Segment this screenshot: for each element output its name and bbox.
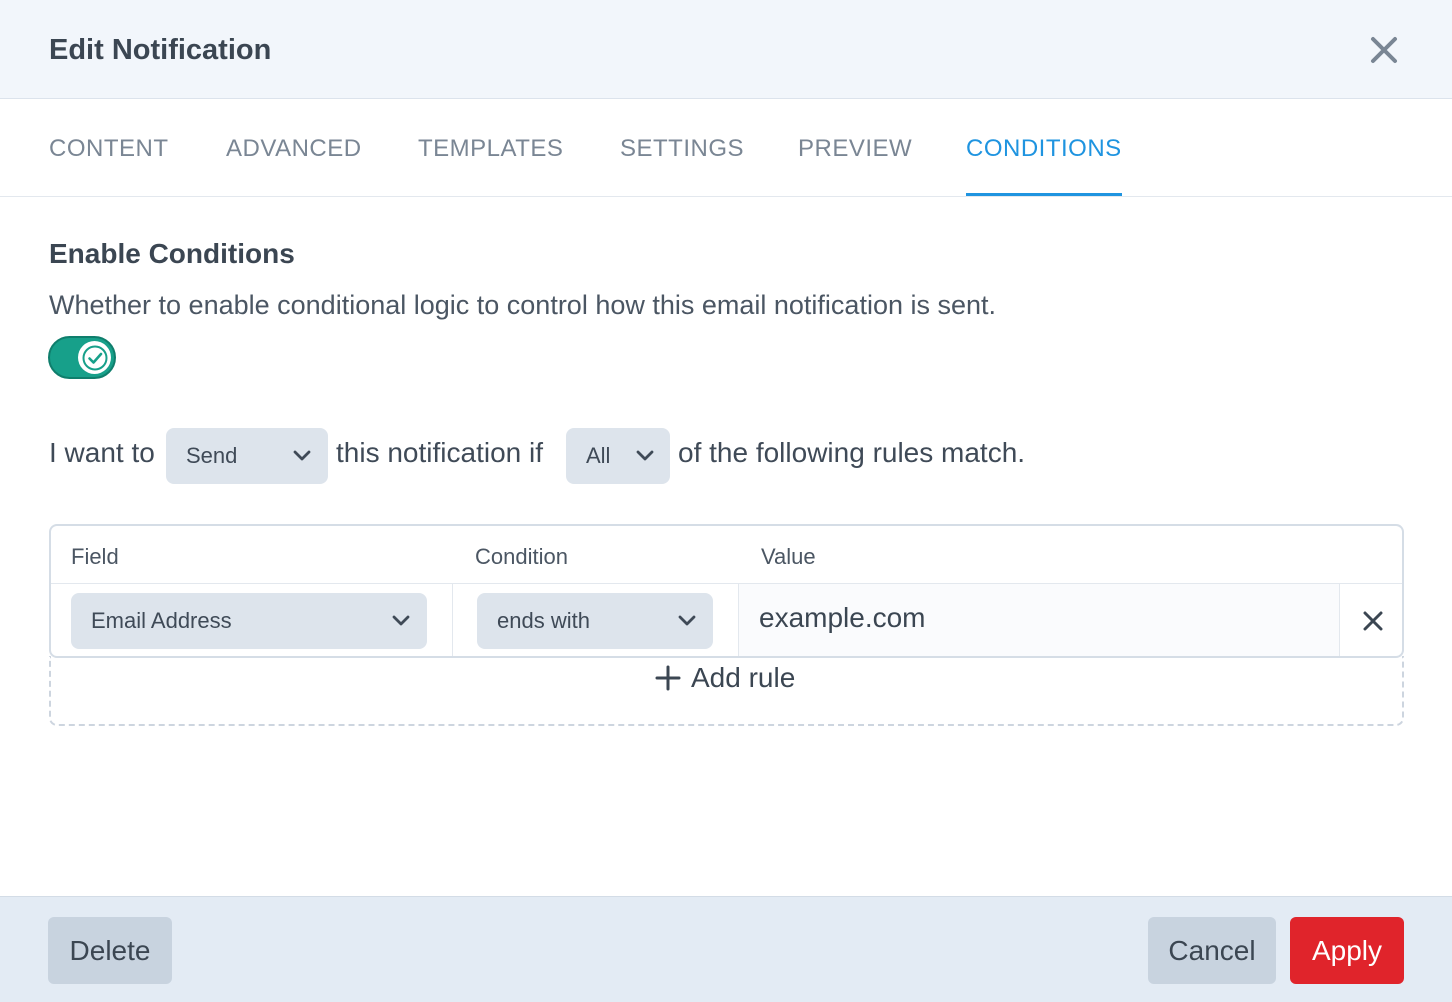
section-description: Whether to enable conditional logic to c… bbox=[49, 290, 997, 320]
rules-table-header: Field Condition Value bbox=[51, 526, 1402, 584]
value-input[interactable]: example.com bbox=[739, 584, 1339, 656]
chevron-down-icon bbox=[636, 450, 654, 461]
tab-advanced[interactable]: ADVANCED bbox=[226, 99, 362, 196]
header-condition: Condition bbox=[475, 544, 568, 569]
table-row: Email Address ends with example.com bbox=[51, 584, 1402, 656]
action-select[interactable]: Send bbox=[166, 428, 328, 484]
header-value: Value bbox=[761, 544, 816, 569]
add-rule-button[interactable]: Add rule bbox=[49, 656, 1404, 726]
action-select-value: Send bbox=[186, 443, 238, 468]
match-select-value: All bbox=[586, 443, 611, 468]
sentence-middle: this notification if bbox=[336, 437, 543, 468]
delete-button[interactable]: Delete bbox=[48, 917, 172, 984]
close-button[interactable] bbox=[1362, 28, 1406, 72]
cancel-button[interactable]: Cancel bbox=[1148, 917, 1276, 984]
plus-icon bbox=[655, 665, 681, 691]
match-select[interactable]: All bbox=[566, 428, 670, 484]
tab-content[interactable]: CONTENT bbox=[49, 99, 169, 196]
tab-preview[interactable]: PREVIEW bbox=[798, 99, 912, 196]
apply-button[interactable]: Apply bbox=[1290, 917, 1404, 984]
add-rule-content: Add rule bbox=[655, 662, 795, 694]
toggle-knob bbox=[78, 341, 111, 374]
field-select[interactable]: Email Address bbox=[71, 593, 427, 649]
tab-settings[interactable]: SETTINGS bbox=[620, 99, 744, 196]
sentence-prefix: I want to bbox=[49, 437, 155, 468]
chevron-down-icon bbox=[293, 450, 311, 461]
tab-templates[interactable]: TEMPLATES bbox=[418, 99, 563, 196]
tab-conditions[interactable]: CONDITIONS bbox=[966, 99, 1122, 196]
enable-conditions-toggle[interactable] bbox=[48, 336, 116, 379]
chevron-down-icon bbox=[392, 615, 410, 626]
condition-select-value: ends with bbox=[497, 608, 590, 633]
dialog-title: Edit Notification bbox=[49, 34, 272, 66]
check-icon bbox=[82, 345, 107, 370]
condition-select[interactable]: ends with bbox=[477, 593, 713, 649]
close-icon bbox=[1371, 37, 1397, 63]
field-select-value: Email Address bbox=[91, 608, 232, 633]
chevron-down-icon bbox=[678, 615, 696, 626]
header-field: Field bbox=[71, 544, 119, 569]
column-divider bbox=[452, 584, 453, 656]
dialog-header: Edit Notification bbox=[0, 0, 1452, 99]
value-input-text: example.com bbox=[759, 602, 926, 633]
sentence-suffix: of the following rules match. bbox=[678, 437, 1026, 468]
column-divider bbox=[1339, 584, 1340, 656]
remove-rule-button[interactable] bbox=[1341, 584, 1402, 656]
section-title: Enable Conditions bbox=[49, 238, 295, 269]
dialog-footer: Delete Cancel Apply bbox=[0, 896, 1452, 1002]
tab-bar: CONTENT ADVANCED TEMPLATES SETTINGS PREV… bbox=[0, 99, 1452, 197]
add-rule-label: Add rule bbox=[691, 662, 796, 693]
close-icon bbox=[1363, 611, 1382, 631]
rules-table: Field Condition Value Email Address ends… bbox=[49, 524, 1404, 658]
